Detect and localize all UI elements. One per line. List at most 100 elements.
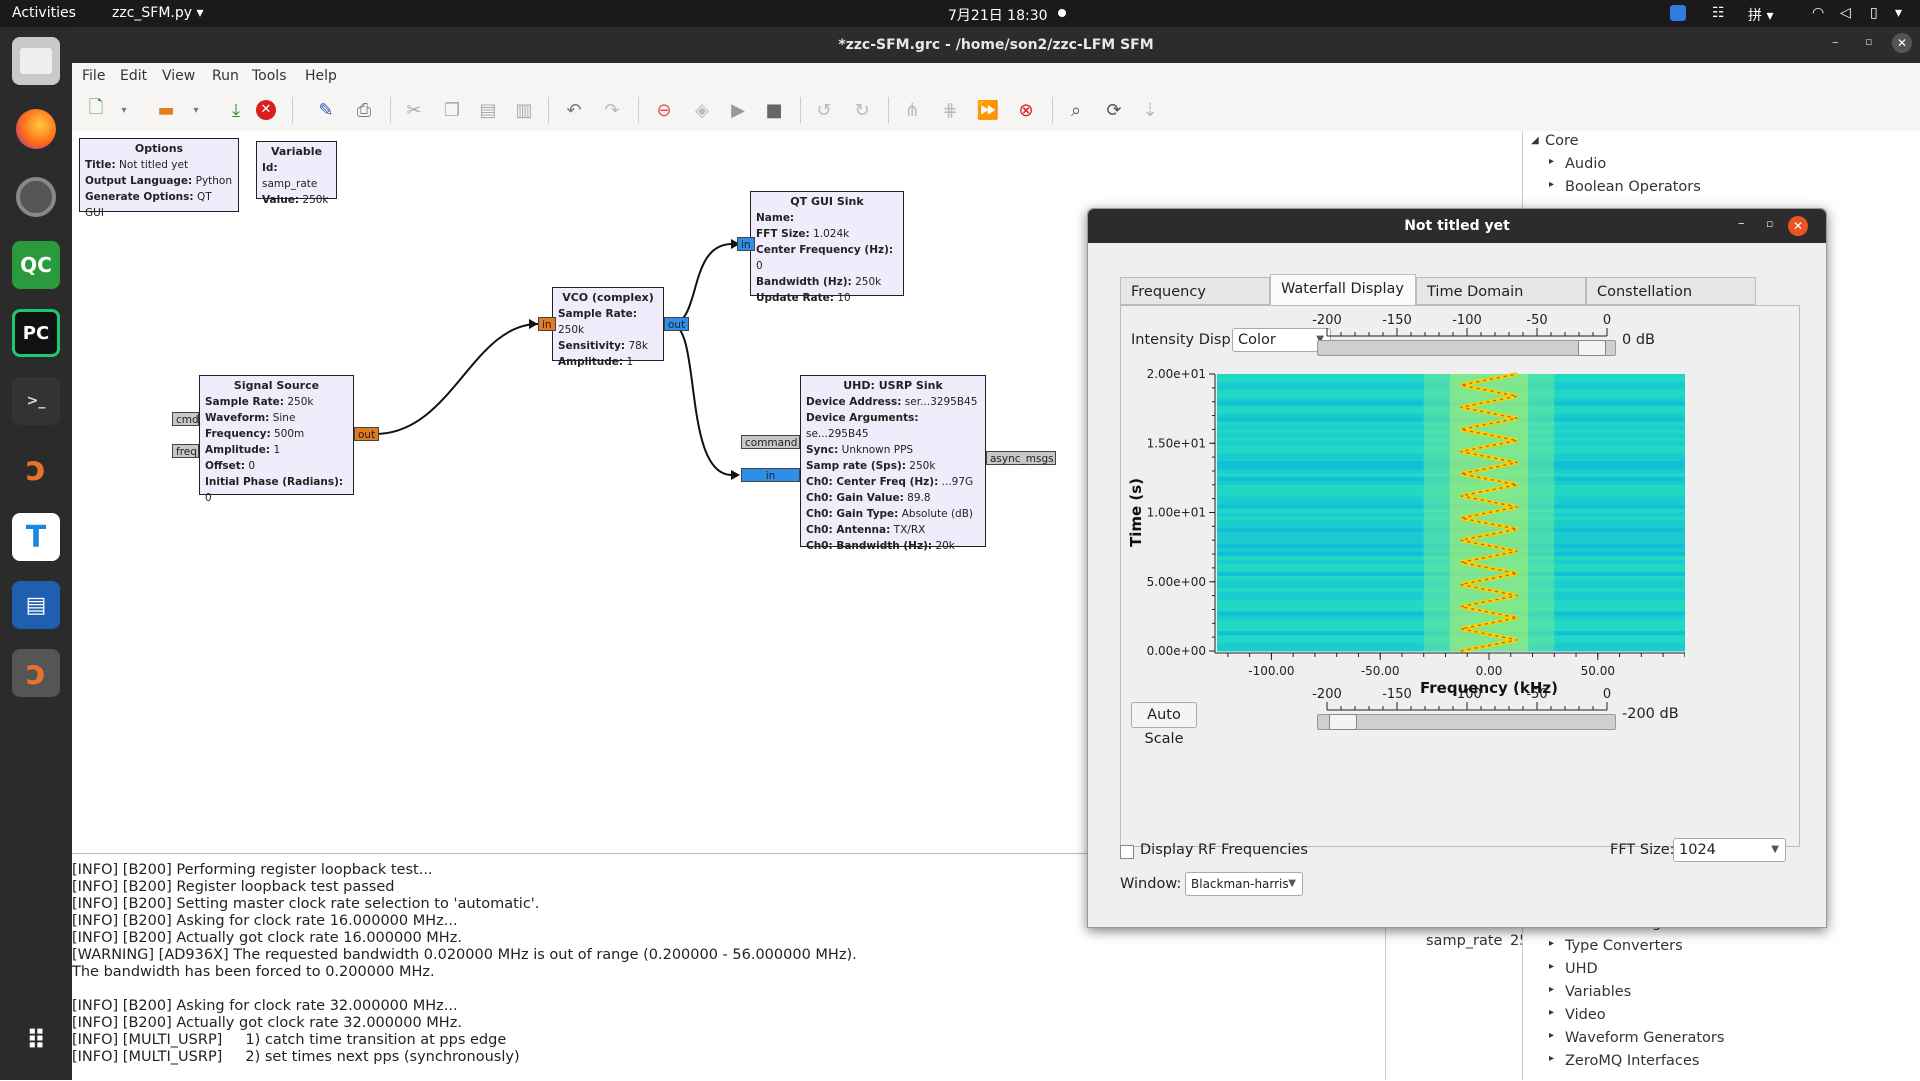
cut-icon[interactable]: ✂: [400, 96, 428, 124]
expand-arrow-icon[interactable]: ▸: [1549, 156, 1554, 167]
power-menu-icon[interactable]: ▾: [1895, 5, 1902, 21]
stop-icon[interactable]: ■: [760, 96, 788, 124]
edit-icon[interactable]: ✎: [312, 96, 340, 124]
undo-icon[interactable]: ↶: [560, 96, 588, 124]
download-icon[interactable]: ⇣: [1136, 96, 1164, 124]
enable-icon[interactable]: ⋔: [898, 96, 926, 124]
reload-icon[interactable]: ⟳: [1100, 96, 1128, 124]
new-dropdown-icon[interactable]: ▾: [110, 96, 138, 124]
tree-item[interactable]: Boolean Operators: [1565, 179, 1701, 195]
print-icon[interactable]: ⎙: [350, 96, 378, 124]
menu-tools[interactable]: Tools: [252, 68, 287, 84]
gnuradio-icon[interactable]: ↄ: [12, 445, 60, 493]
rotate-ccw-icon[interactable]: ↺: [810, 96, 838, 124]
waterfall-chart[interactable]: 0.00e+00 5.00e+00 1.00e+01 1.50e+01 2.00e+01…: [1125, 366, 1685, 696]
popup-minimize-icon[interactable]: –: [1738, 216, 1745, 231]
tab-time-domain-display[interactable]: Time Domain Display: [1416, 277, 1586, 328]
tree-item[interactable]: Waveform Generators: [1565, 1030, 1724, 1046]
activities-button[interactable]: Activities: [12, 5, 76, 21]
vco-block[interactable]: VCO (complex) Sample Rate: 250k Sensitiv…: [552, 287, 664, 368]
paste-icon[interactable]: ▤: [474, 96, 502, 124]
find-icon[interactable]: ⌕: [1062, 96, 1090, 124]
files-icon[interactable]: [12, 37, 60, 85]
top-slider-thumb[interactable]: [1578, 340, 1607, 356]
tree-item[interactable]: UHD: [1565, 961, 1598, 977]
signal-out-port[interactable]: out: [354, 427, 380, 441]
delete-icon[interactable]: ▥: [510, 96, 538, 124]
open-dropdown-icon[interactable]: ▾: [182, 96, 210, 124]
variables-panel[interactable]: samp_rate 25: [1385, 926, 1528, 1080]
top-intensity-slider[interactable]: [1317, 340, 1616, 356]
menu-view[interactable]: View: [162, 68, 195, 84]
vco-in-port[interactable]: in: [538, 317, 556, 331]
pycharm-icon[interactable]: PC: [12, 309, 60, 357]
tree-item[interactable]: ZeroMQ Interfaces: [1565, 1053, 1699, 1069]
show-apps-icon[interactable]: ⠿: [12, 1017, 60, 1065]
tree-item[interactable]: Audio: [1565, 156, 1606, 172]
signal-source-block[interactable]: Signal Source Sample Rate: 250k Waveform…: [199, 375, 354, 504]
close-window-icon[interactable]: ✕: [1892, 33, 1912, 53]
terminal-icon[interactable]: >_: [12, 377, 60, 425]
kill-icon[interactable]: ⊗: [1012, 96, 1040, 124]
battery-icon[interactable]: ▯: [1870, 5, 1878, 21]
popup-maximize-icon[interactable]: ▫: [1766, 217, 1773, 230]
bypass-icon[interactable]: ◈: [688, 96, 716, 124]
async-msgs-port[interactable]: async_msgs: [986, 451, 1056, 465]
tab-frequency-display[interactable]: Frequency Display: [1120, 277, 1270, 328]
qtsink-in-port[interactable]: in: [737, 237, 755, 251]
menu-help[interactable]: Help: [305, 68, 337, 84]
copy-icon[interactable]: ❐: [438, 96, 466, 124]
menu-edit[interactable]: Edit: [120, 68, 147, 84]
rotate-cw-icon[interactable]: ↻: [848, 96, 876, 124]
redo-icon[interactable]: ↷: [598, 96, 626, 124]
input-method-indicator[interactable]: 拼 ▾: [1748, 5, 1773, 25]
open-icon[interactable]: ▬: [152, 96, 180, 124]
menu-run[interactable]: Run: [212, 68, 239, 84]
window-select[interactable]: Blackman-harris ▼: [1185, 872, 1303, 896]
tab-waterfall-display[interactable]: Waterfall Display: [1270, 274, 1416, 306]
forward-icon[interactable]: ⏩: [974, 96, 1002, 124]
expand-arrow-icon[interactable]: ▸: [1549, 179, 1554, 190]
qt-gui-sink-block[interactable]: QT GUI Sink Name: FFT Size: 1.024k Cente…: [750, 191, 904, 304]
save-icon[interactable]: ⤓: [222, 96, 250, 124]
collapse-arrow-icon[interactable]: ◢: [1531, 135, 1539, 146]
feishu-icon[interactable]: T: [12, 513, 60, 561]
popup-close-icon[interactable]: ✕: [1788, 216, 1808, 236]
maximize-icon[interactable]: ▫: [1865, 35, 1872, 48]
usrp-sink-block[interactable]: UHD: USRP Sink Device Address: ser...329…: [800, 375, 986, 552]
minimize-icon[interactable]: –: [1832, 35, 1839, 50]
app-menu[interactable]: zzc_SFM.py ▾: [112, 5, 204, 21]
disable-block-icon[interactable]: ⋕: [936, 96, 964, 124]
volume-icon[interactable]: ◁: [1840, 5, 1851, 21]
wifi-icon[interactable]: ◠: [1812, 5, 1824, 21]
close-icon[interactable]: ✕: [252, 96, 280, 124]
writer-icon[interactable]: ▤: [12, 581, 60, 629]
qtcreator-icon[interactable]: QC: [12, 241, 60, 289]
auto-scale-button[interactable]: Auto Scale: [1131, 702, 1197, 747]
fft-size-select[interactable]: 1024 ▼: [1673, 838, 1786, 862]
vco-out-port[interactable]: out: [664, 317, 690, 331]
cmd-port[interactable]: cmd: [172, 412, 199, 426]
freq-port[interactable]: freq: [172, 444, 199, 458]
tree-item[interactable]: Variables: [1565, 984, 1631, 1000]
tree-item[interactable]: Video: [1565, 1007, 1606, 1023]
variable-block[interactable]: Variable Id: samp_rate Value: 250k: [256, 141, 337, 206]
tree-item-core[interactable]: Core: [1545, 133, 1579, 149]
clock[interactable]: 7月21日 18:30: [948, 5, 1048, 25]
new-icon[interactable]: 🗋: [82, 96, 110, 124]
tray-signal-icon[interactable]: ☷: [1712, 5, 1725, 21]
firefox-icon[interactable]: [12, 105, 60, 153]
tree-item[interactable]: Type Converters: [1565, 938, 1683, 954]
bottom-intensity-slider[interactable]: [1317, 714, 1616, 730]
tray-app-icon[interactable]: [1670, 5, 1686, 21]
settings-icon[interactable]: [12, 173, 60, 221]
command-port[interactable]: command: [741, 435, 800, 449]
gnuradio-running-icon[interactable]: ↄ: [12, 649, 60, 697]
options-block[interactable]: Options Title: Not titled yet Output Lan…: [79, 138, 239, 219]
rf-checkbox[interactable]: [1120, 845, 1134, 859]
tab-constellation-display[interactable]: Constellation Display: [1586, 277, 1756, 328]
disable-icon[interactable]: ⊖: [650, 96, 678, 124]
usrp-in-port[interactable]: in: [741, 468, 800, 482]
menu-file[interactable]: File: [82, 68, 105, 84]
run-icon[interactable]: ▶: [724, 96, 752, 124]
